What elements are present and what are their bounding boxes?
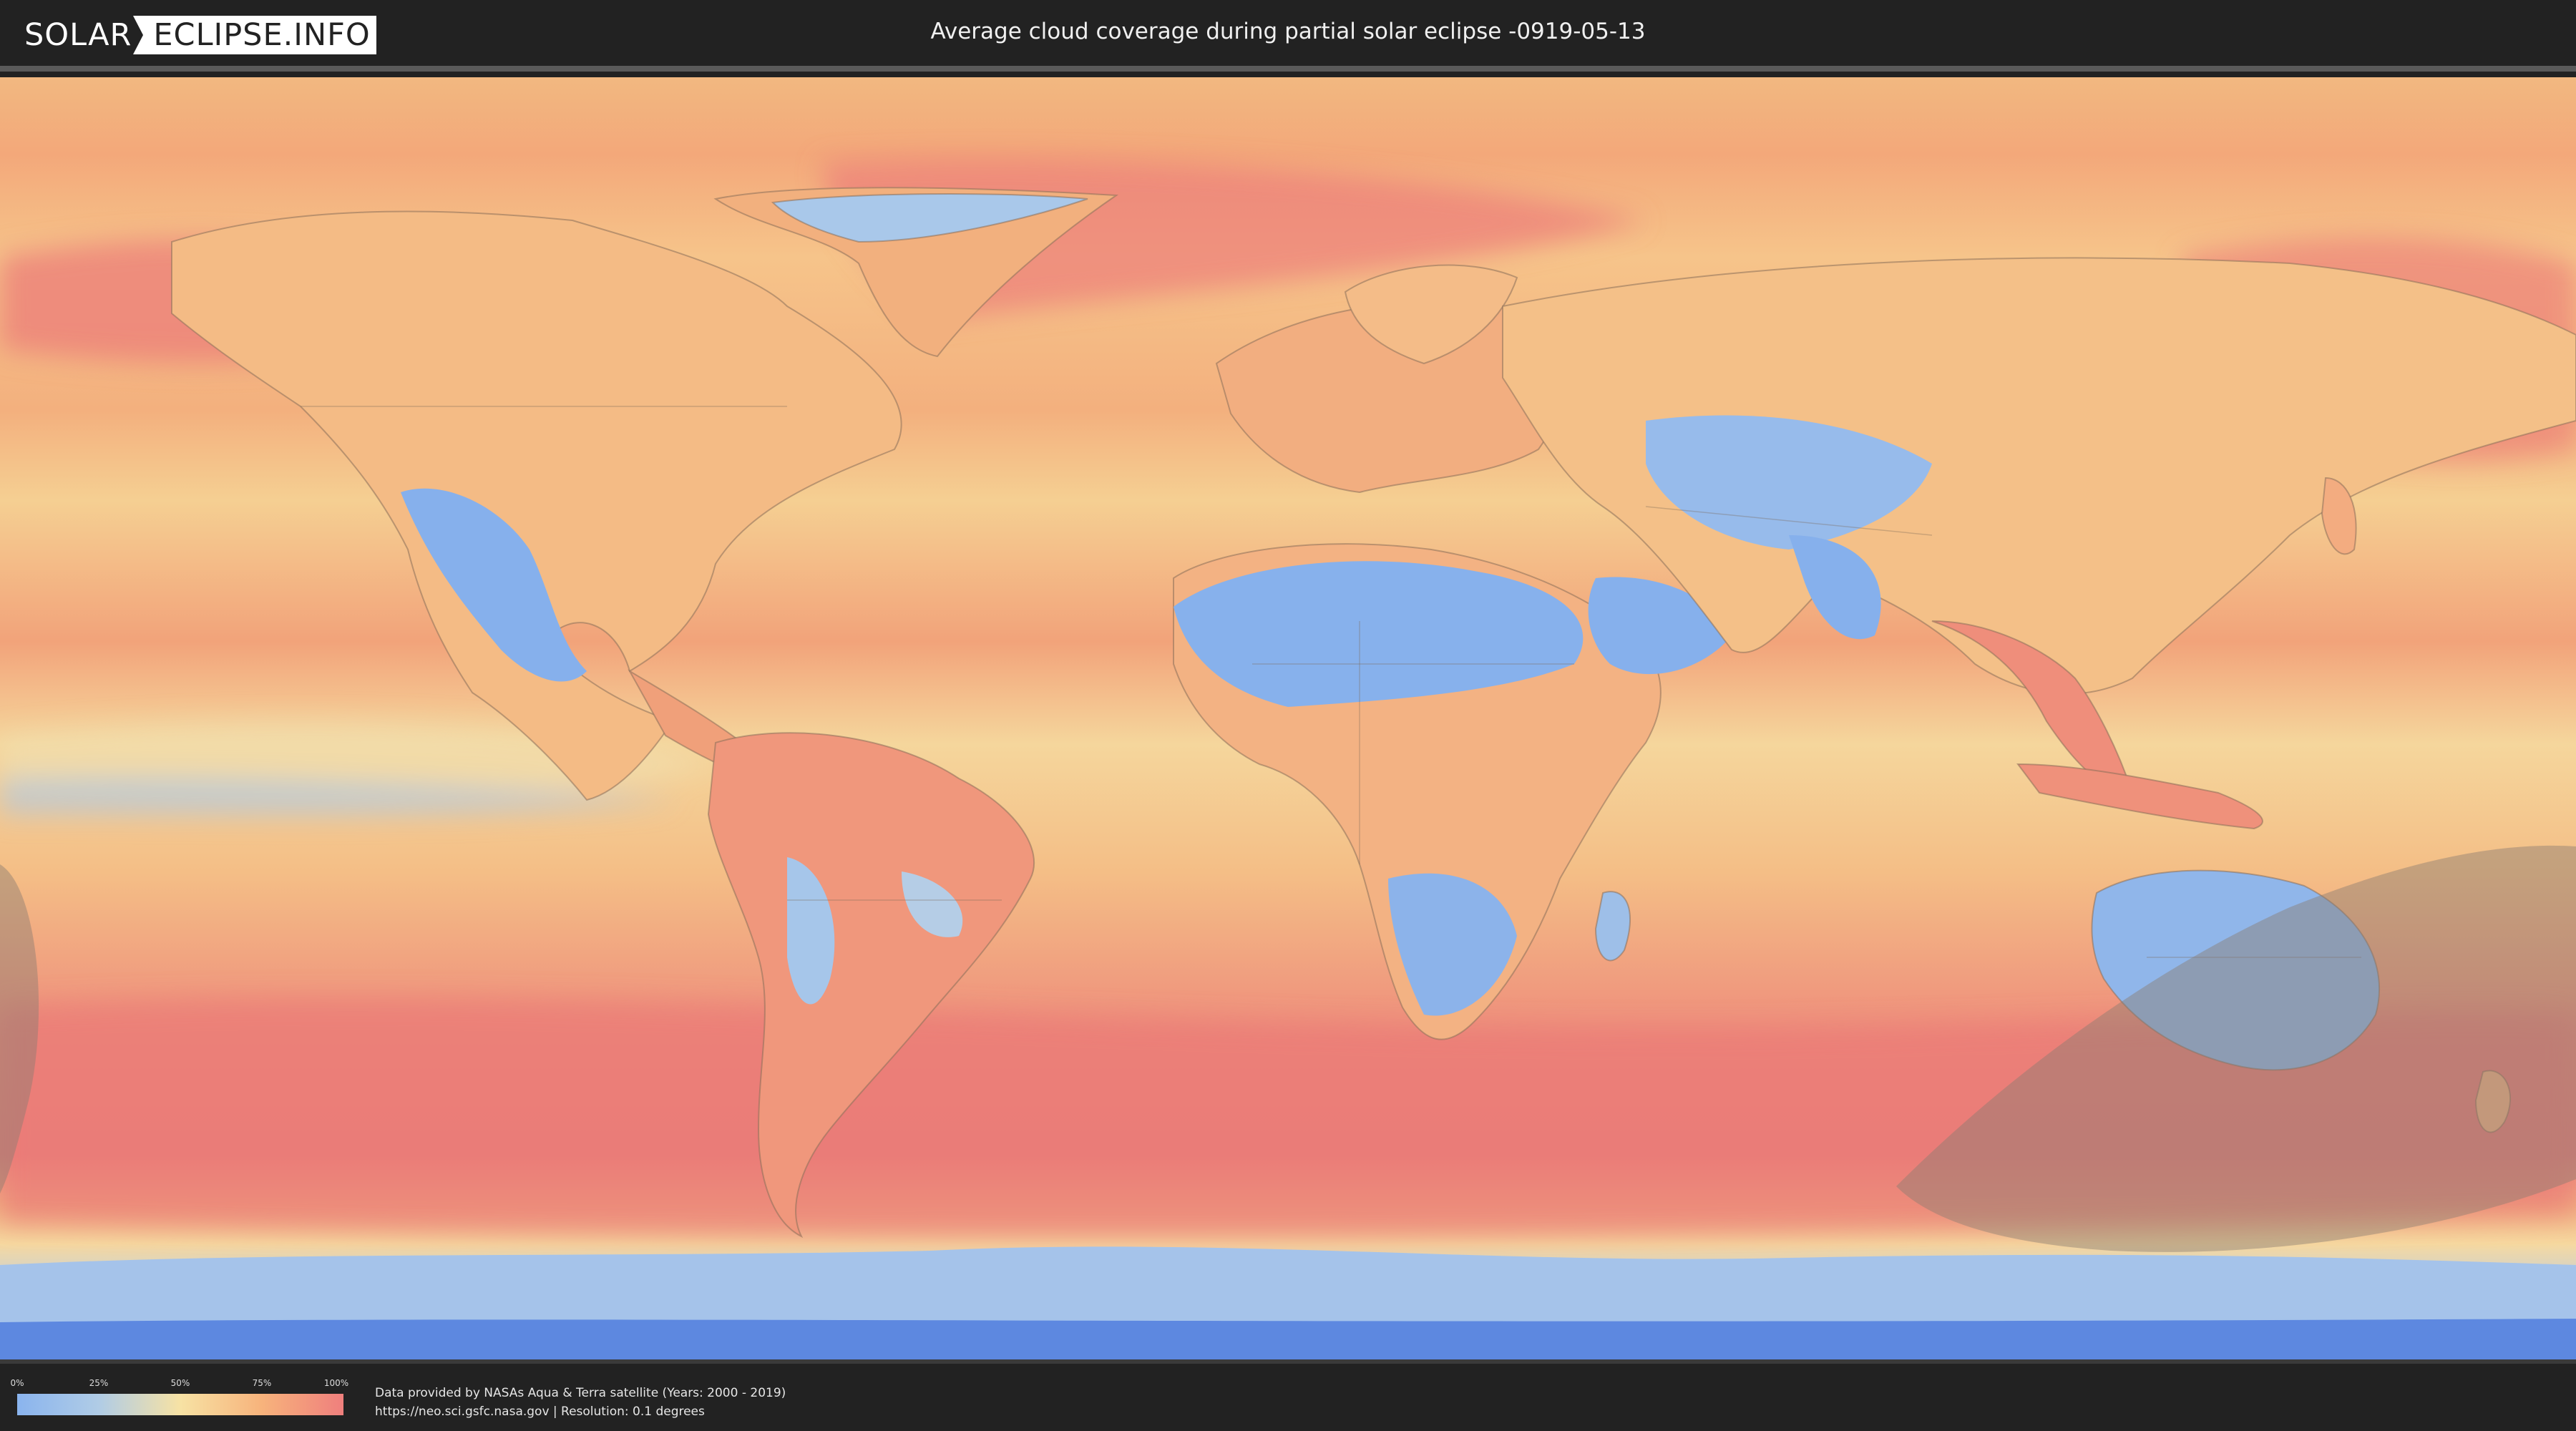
credits-source: Data provided by NASAs Aqua & Terra sate…	[375, 1386, 786, 1400]
page-title: Average cloud coverage during partial so…	[930, 19, 1646, 44]
map-svg	[0, 77, 2576, 1359]
legend-tick-0: 0%	[10, 1378, 24, 1388]
legend-tick-25: 25%	[89, 1378, 109, 1388]
legend-color-bar	[17, 1394, 343, 1415]
credits-url[interactable]: https://neo.sci.gsfc.nasa.gov | Resoluti…	[375, 1402, 786, 1421]
cloud-coverage-map[interactable]	[0, 77, 2576, 1359]
legend-tick-75: 75%	[252, 1378, 272, 1388]
legend-tick-50: 50%	[170, 1378, 190, 1388]
page: SOLAR ECLIPSE.INFO Average cloud coverag…	[0, 0, 2576, 1431]
data-credits: Data provided by NASAs Aqua & Terra sate…	[375, 1384, 786, 1421]
cloud-coverage-legend: 0% 25% 50% 75% 100%	[10, 1378, 348, 1418]
header-bar: SOLAR ECLIPSE.INFO Average cloud coverag…	[0, 0, 2576, 72]
footer-bar: 0% 25% 50% 75% 100% Data provided by NAS…	[0, 1359, 2576, 1431]
legend-tick-100: 100%	[323, 1378, 349, 1388]
